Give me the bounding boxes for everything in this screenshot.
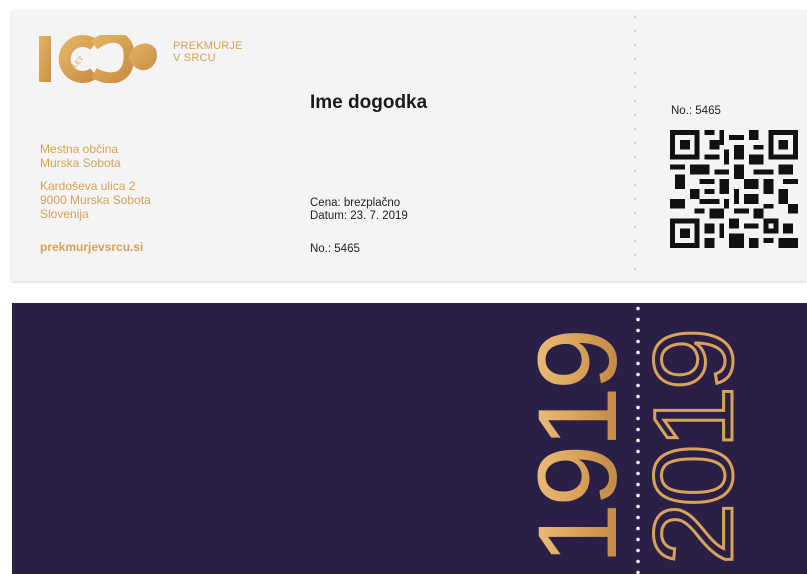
logo-tagline: PREKMURJE V SRCU (173, 40, 243, 64)
price-text: Cena: brezplačno (310, 197, 401, 209)
ticket-number: No.: 5465 (310, 243, 360, 255)
organizer-name-line2: Murska Sobota (40, 156, 121, 170)
event-title: Ime dogodka (310, 92, 428, 113)
address-line1: Kardoševa ulica 2 (40, 179, 136, 193)
ticket-back: 1919 2019 (12, 303, 807, 574)
perforation-line (634, 10, 636, 281)
stub-ticket-number: No.: 5465 (671, 105, 721, 117)
ticket-front: LET PREKMURJE V SRCU Ime dogodka Mestna … (12, 10, 807, 281)
address-line2: 9000 Murska Sobota (40, 193, 151, 207)
address-line3: Slovenija (40, 207, 89, 221)
qr-code-icon (670, 130, 798, 248)
website-link[interactable]: prekmurjevsrcu.si (40, 240, 143, 254)
logo-small-text: LET (71, 55, 86, 70)
price-date-block: Cena: brezplačno Datum: 23. 7. 2019 (310, 197, 408, 223)
year-1919: 1919 (522, 332, 640, 565)
perforation-line-back (636, 303, 640, 574)
organizer-name: Mestna občina Murska Sobota (40, 142, 121, 170)
organizer-name-line1: Mestna občina (40, 142, 119, 156)
year-2019: 2019 (631, 332, 756, 565)
logo-100-icon: LET (39, 35, 157, 83)
year-graphic: 1919 2019 (522, 330, 758, 566)
organizer-address: Kardoševa ulica 2 9000 Murska Sobota Slo… (40, 179, 151, 221)
date-text: Datum: 23. 7. 2019 (310, 210, 408, 222)
logo-tagline-line1: PREKMURJE (173, 40, 243, 52)
logo-tagline-line2: V SRCU (173, 52, 216, 64)
